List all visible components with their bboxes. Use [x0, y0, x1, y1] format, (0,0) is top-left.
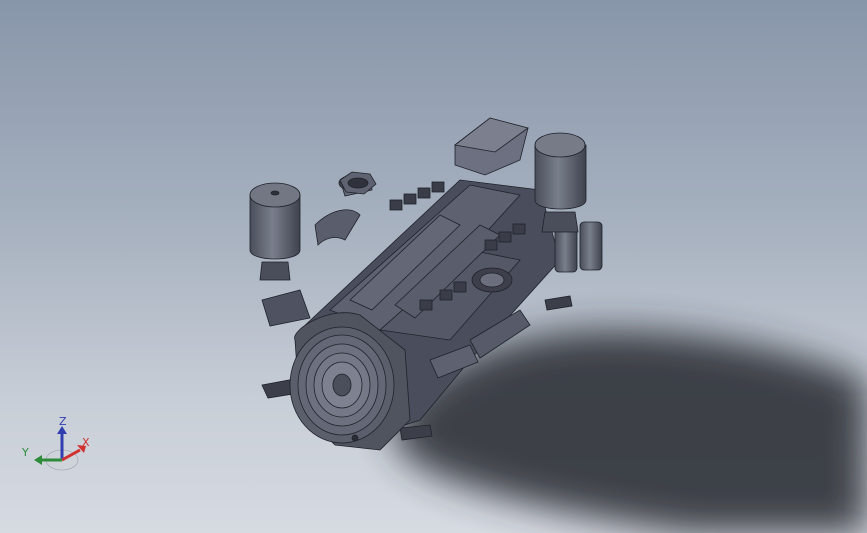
y-axis-label: Y [21, 446, 29, 459]
x-axis-label: X [82, 436, 90, 449]
z-axis-label: Z [59, 415, 67, 428]
engine-model-view[interactable] [0, 0, 867, 533]
graphics-viewport[interactable]: Z X Y [0, 0, 867, 533]
view-orientation-triad[interactable]: Z X Y [14, 412, 104, 482]
y-axis-arrow [34, 455, 42, 465]
air-filter-left[interactable] [249, 182, 301, 281]
